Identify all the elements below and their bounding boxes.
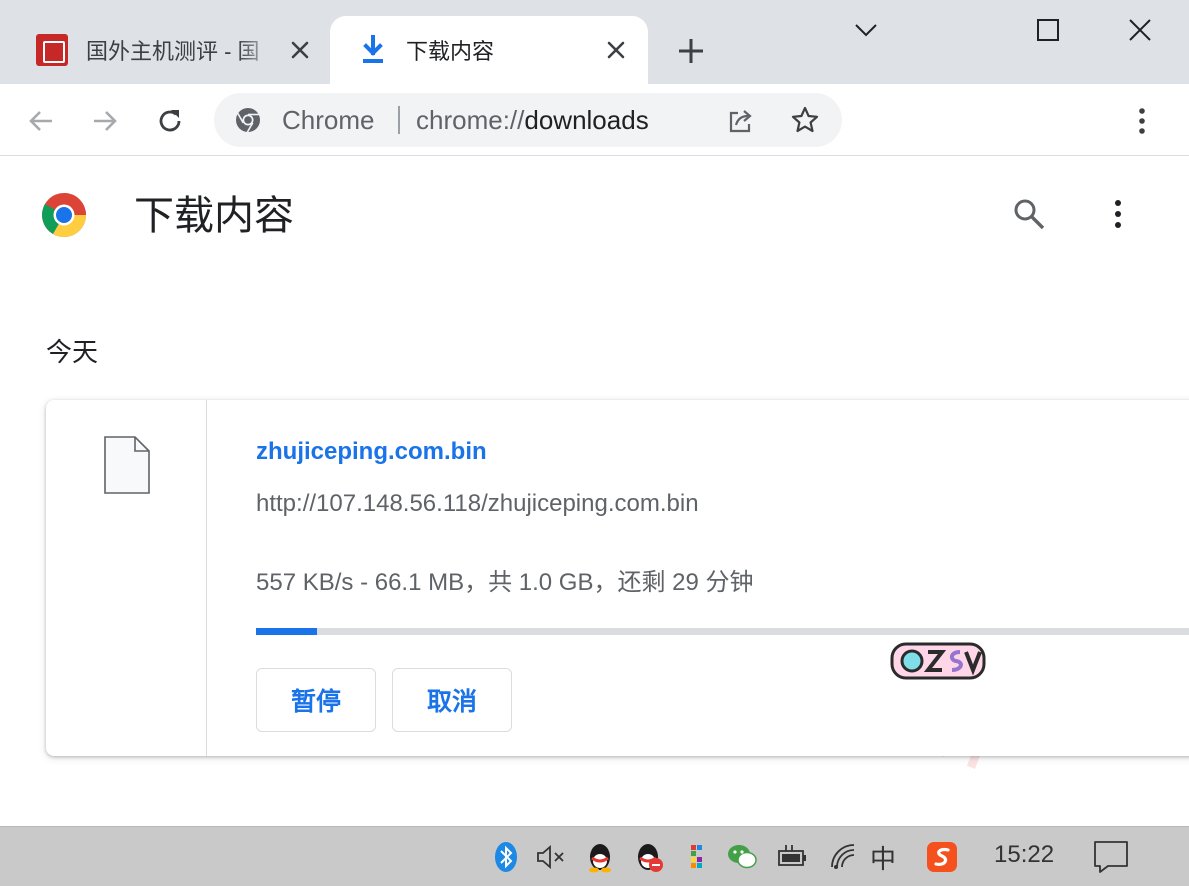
volume-muted-icon[interactable] [534, 841, 566, 873]
sticker-logo [890, 642, 986, 680]
file-name-link[interactable]: zhujiceping.com.bin [256, 438, 487, 466]
sogou-ime-icon[interactable] [926, 841, 958, 873]
battery-charging-icon[interactable] [776, 841, 808, 873]
app-tray-icon[interactable] [682, 841, 714, 873]
window-close-icon[interactable] [1126, 16, 1154, 44]
date-header: 今天 [46, 337, 99, 367]
omnibox[interactable]: Chrome chrome://downloads [214, 93, 842, 147]
maximize-icon[interactable] [1034, 16, 1062, 44]
chrome-icon [236, 108, 260, 133]
pause-button[interactable]: 暂停 [256, 668, 376, 732]
bookmark-star-icon[interactable] [790, 105, 820, 135]
bluetooth-icon[interactable] [490, 841, 522, 873]
omnibox-separator [398, 106, 400, 134]
close-icon[interactable] [288, 38, 312, 62]
search-icon[interactable] [1012, 197, 1046, 231]
share-icon[interactable] [726, 106, 756, 136]
chevron-down-icon[interactable] [852, 16, 880, 44]
tab-title: 下载内容 [406, 39, 495, 64]
download-card: zhujiceping.com.bin http://107.148.56.11… [46, 400, 1189, 756]
tab-site[interactable]: 国外主机测评 - 国 [0, 16, 328, 84]
site-seal-icon [36, 34, 68, 66]
file-source-url: http://107.148.56.118/zhujiceping.com.bi… [256, 490, 699, 517]
omnibox-url[interactable]: chrome://downloads [416, 106, 649, 134]
file-icon [104, 436, 150, 494]
clock[interactable]: 15:22 [994, 841, 1054, 869]
download-arrow-icon [363, 35, 383, 63]
notification-icon[interactable] [1092, 839, 1130, 875]
card-divider [206, 400, 207, 756]
close-icon[interactable] [604, 38, 628, 62]
chrome-logo-icon [42, 193, 86, 237]
ime-indicator[interactable]: 中 [870, 839, 896, 876]
tab-strip: 国外主机测评 - 国 下载内容 [0, 0, 1189, 84]
downloads-page: 下载内容 zhujiceping.com 今天 zhujiceping.com.… [0, 157, 1189, 825]
browser-window: 国外主机测评 - 国 下载内容 Chrome chrome://download… [0, 0, 1189, 886]
qq-busy-icon[interactable] [632, 841, 664, 873]
qq-icon[interactable] [584, 841, 616, 873]
forward-arrow-icon[interactable] [90, 106, 120, 136]
omnibox-chip: Chrome [282, 105, 375, 135]
kebab-menu-icon[interactable] [1104, 197, 1132, 231]
tab-title: 国外主机测评 - 国 [86, 39, 260, 64]
kebab-menu-icon[interactable] [1128, 106, 1156, 136]
wechat-icon[interactable] [726, 841, 758, 873]
back-arrow-icon[interactable] [26, 106, 56, 136]
new-tab-plus-icon[interactable] [676, 36, 706, 66]
taskbar: 中 15:22 [0, 826, 1189, 886]
progress-fill [256, 628, 317, 635]
page-title: 下载内容 [134, 194, 294, 238]
wifi-icon[interactable] [828, 841, 860, 873]
reload-icon[interactable] [155, 106, 185, 136]
toolbar: Chrome chrome://downloads [0, 84, 1189, 156]
cancel-button[interactable]: 取消 [392, 668, 512, 732]
progress-bar [256, 628, 1189, 635]
tab-downloads[interactable]: 下载内容 [330, 16, 648, 84]
download-status: 557 KB/s - 66.1 MB，共 1.0 GB，还剩 29 分钟 [256, 569, 754, 596]
